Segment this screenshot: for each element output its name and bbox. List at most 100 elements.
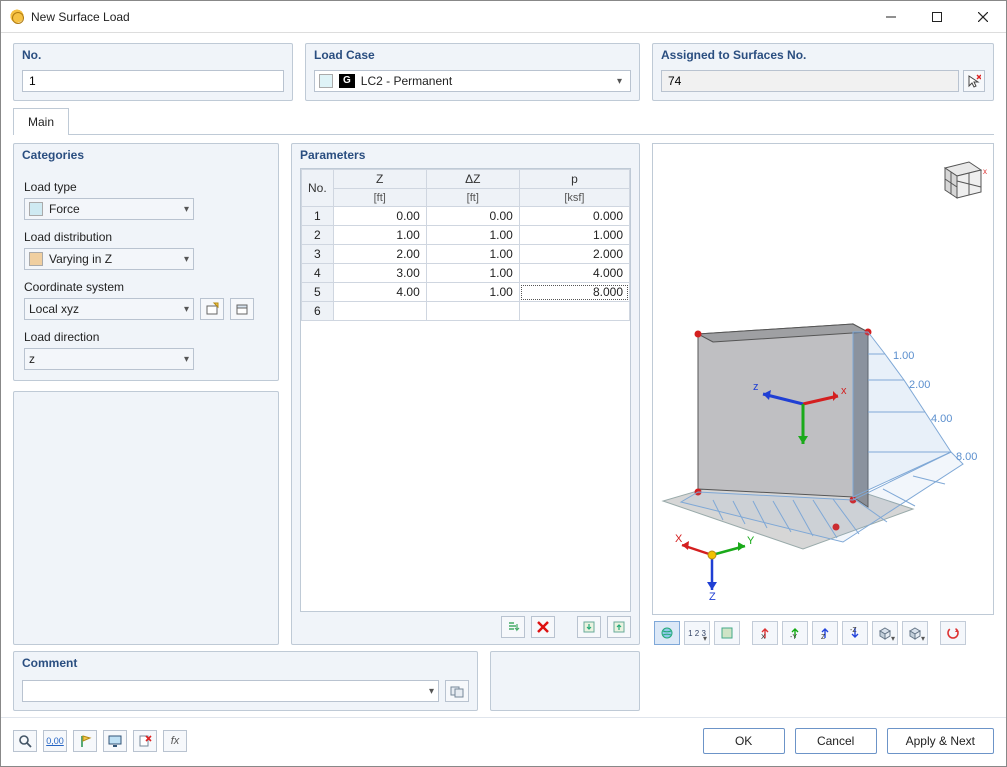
- chevron-down-icon: ▾: [429, 686, 434, 697]
- magnifier-icon: [18, 734, 32, 748]
- col-no-header: No.: [302, 170, 334, 207]
- bottom-right-buttons: OK Cancel Apply & Next: [703, 728, 994, 754]
- load-case-value: LC2 - Permanent: [361, 74, 452, 88]
- screen-button[interactable]: [103, 730, 127, 752]
- panel-empty-small: [490, 651, 640, 711]
- tab-main[interactable]: Main: [13, 108, 69, 135]
- svg-text:Y: Y: [747, 535, 755, 547]
- favorites-button[interactable]: [73, 730, 97, 752]
- chevron-down-icon: ▾: [184, 304, 189, 315]
- col-z-unit: [ft]: [333, 189, 426, 207]
- reset-view-button[interactable]: [940, 621, 966, 645]
- coord-value: Local xyz: [29, 302, 79, 316]
- tick-label: 1.00: [893, 350, 914, 362]
- delete-row-button[interactable]: [531, 616, 555, 638]
- minimize-button[interactable]: [868, 1, 914, 33]
- tick-label: 2.00: [909, 379, 930, 391]
- values-icon: 1 2 3: [688, 629, 706, 638]
- load-dir-select[interactable]: z ▾: [24, 348, 194, 370]
- load-dist-select[interactable]: Varying in Z ▾: [24, 248, 194, 270]
- parameters-grid[interactable]: No. Z ΔZ p [ft] [ft] [ksf]: [300, 168, 631, 612]
- table-row: 43.001.004.000: [302, 264, 630, 283]
- comment-library-button[interactable]: [445, 680, 469, 702]
- parameters-title: Parameters: [292, 144, 639, 168]
- load-type-select[interactable]: Force ▾: [24, 198, 194, 220]
- delete-button[interactable]: [133, 730, 157, 752]
- axis-neg-z-icon: -Z: [848, 626, 862, 640]
- comment-title: Comment: [14, 652, 477, 676]
- categories-title: Categories: [14, 144, 278, 168]
- bottom-bar: 0,00 fx OK Cancel Apply & Next: [1, 717, 1006, 766]
- view-z-button[interactable]: Z: [812, 621, 838, 645]
- table-row: 21.001.001.000: [302, 226, 630, 245]
- load-case-select[interactable]: G LC2 - Permanent ▾: [314, 70, 631, 92]
- load-type-swatch: [29, 202, 43, 216]
- load-dist-swatch: [29, 252, 43, 266]
- viewer-3d[interactable]: x: [652, 143, 994, 615]
- load-type-value: Force: [49, 202, 80, 216]
- values-button[interactable]: 1 2 3: [684, 621, 710, 645]
- panel-number: No.: [13, 43, 293, 101]
- chevron-down-icon: ▾: [184, 354, 189, 365]
- body-row: Categories Load type Force ▾ Load distri…: [1, 135, 1006, 649]
- panel-number-title: No.: [14, 44, 292, 68]
- ok-button[interactable]: OK: [703, 728, 785, 754]
- delete-icon: [537, 621, 549, 633]
- svg-text:Z: Z: [709, 591, 716, 600]
- cancel-button[interactable]: Cancel: [795, 728, 877, 754]
- axis-x-label: x: [841, 385, 847, 397]
- pick-surface-button[interactable]: [963, 70, 985, 92]
- parameters-table: No. Z ΔZ p [ft] [ft] [ksf]: [301, 169, 630, 321]
- maximize-button[interactable]: [914, 1, 960, 33]
- sort-button[interactable]: [501, 616, 525, 638]
- panel-assigned: Assigned to Surfaces No.: [652, 43, 994, 101]
- load-case-badge: G: [339, 74, 355, 88]
- view-x-button[interactable]: X: [752, 621, 778, 645]
- right-column: x: [652, 143, 994, 645]
- tick-label: 4.00: [931, 413, 952, 425]
- coord-select[interactable]: Local xyz ▾: [24, 298, 194, 320]
- close-button[interactable]: [960, 1, 1006, 33]
- assigned-input[interactable]: [661, 70, 959, 92]
- dialog-window: New Surface Load No. Load Case: [0, 0, 1007, 767]
- panel-load-case-title: Load Case: [306, 44, 639, 68]
- edit-coord-system-button[interactable]: [230, 298, 254, 320]
- title-bar-left: New Surface Load: [9, 9, 130, 25]
- tab-bar: Main: [1, 101, 1006, 134]
- col-dz-header: ΔZ: [426, 170, 519, 189]
- view-neg-z-button[interactable]: -Z: [842, 621, 868, 645]
- iso-view-button[interactable]: [872, 621, 898, 645]
- chevron-down-icon: ▾: [184, 204, 189, 215]
- number-input[interactable]: [22, 70, 284, 92]
- transparency-button[interactable]: [714, 621, 740, 645]
- apply-next-button[interactable]: Apply & Next: [887, 728, 994, 754]
- export-button[interactable]: [607, 616, 631, 638]
- function-button[interactable]: fx: [163, 730, 187, 752]
- panel-blank: [13, 391, 279, 645]
- svg-text:Z: Z: [821, 634, 826, 640]
- axis-x-icon: X: [758, 626, 772, 640]
- chevron-down-icon: ▾: [184, 254, 189, 265]
- table-row: 10.000.000.000: [302, 207, 630, 226]
- show-loads-button[interactable]: [654, 621, 680, 645]
- comment-input[interactable]: ▾: [22, 680, 439, 702]
- sort-icon: [506, 620, 520, 634]
- new-coord-system-button[interactable]: [200, 298, 224, 320]
- flag-icon: [78, 734, 92, 748]
- chevron-down-icon: ▾: [613, 76, 626, 87]
- edit-icon: [235, 302, 249, 316]
- view-y-button[interactable]: -Y: [782, 621, 808, 645]
- window-title: New Surface Load: [31, 10, 130, 24]
- help-button[interactable]: [13, 730, 37, 752]
- load-type-label: Load type: [24, 180, 268, 194]
- library-icon: [450, 684, 464, 698]
- col-dz-unit: [ft]: [426, 189, 519, 207]
- import-button[interactable]: [577, 616, 601, 638]
- header-row: No. Load Case G LC2 - Permanent ▾ Assi: [1, 33, 1006, 101]
- tick-label: 8.00: [956, 451, 977, 463]
- panel-parameters: Parameters No. Z ΔZ p: [291, 143, 640, 645]
- viewer-toolbar: 1 2 3 X -Y Z -Z: [652, 615, 994, 645]
- display-mode-button[interactable]: [902, 621, 928, 645]
- units-button[interactable]: 0,00: [43, 730, 67, 752]
- panel-categories: Categories Load type Force ▾ Load distri…: [13, 143, 279, 381]
